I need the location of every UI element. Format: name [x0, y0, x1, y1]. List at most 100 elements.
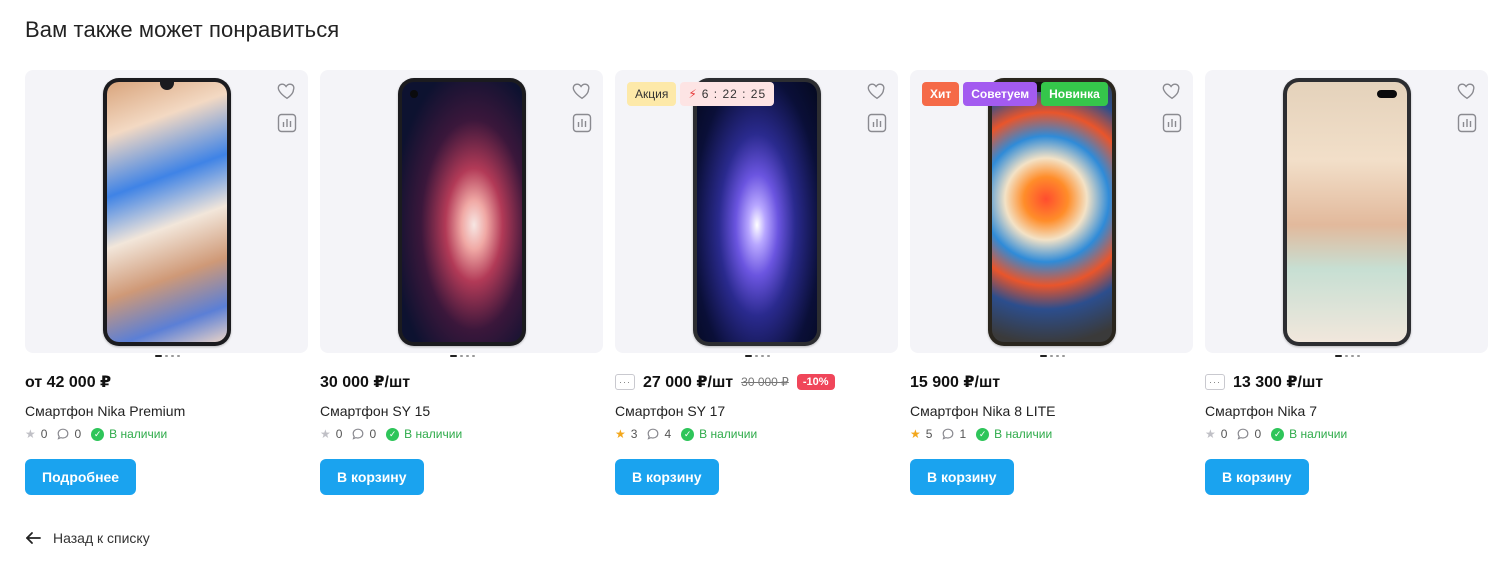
product-name[interactable]: Смартфон Nika 8 LITE: [910, 403, 1055, 419]
promo-badge: Акция: [627, 82, 677, 106]
comment-icon: [57, 428, 69, 440]
comments-count: 0: [1254, 427, 1262, 441]
product-card: 30 000 ₽/шт Смартфон SY 15 ★ 0 0 ✓ В налич…: [320, 70, 603, 495]
timer-badge: ⚡ 6 : 22 : 25: [680, 82, 775, 106]
back-link-label[interactable]: Назад к списку: [53, 530, 150, 546]
rating-value: 0: [1220, 427, 1228, 441]
price: 30 000 ₽/шт: [320, 374, 411, 391]
availability-status: В наличии: [699, 427, 758, 441]
price-row: ··· 13 300 ₽/шт: [1205, 372, 1323, 392]
rating-value: 0: [335, 427, 343, 441]
compare-icon[interactable]: [1457, 113, 1477, 133]
lightning-icon: ⚡: [688, 87, 698, 101]
product-meta: ★ 0 0 ✓ В наличии: [25, 427, 177, 441]
badges: Хит Советуем Новинка: [922, 82, 1108, 106]
comment-icon: [647, 428, 659, 440]
compare-icon[interactable]: [867, 113, 887, 133]
price: от 42 000 ₽: [25, 374, 112, 391]
star-icon: ★: [615, 427, 626, 441]
old-price: 30 000 ₽: [741, 375, 789, 389]
product-grid: от 42 000 ₽ Смартфон Nika Premium ★ 0 0 ✓…: [25, 70, 1488, 495]
star-icon: ★: [320, 427, 331, 441]
product-image-area[interactable]: [320, 70, 603, 353]
timer-value: 6 : 22 : 25: [701, 87, 767, 101]
price: 27 000 ₽/шт: [643, 374, 734, 391]
image-pagination[interactable]: [1040, 355, 1065, 357]
star-icon: ★: [1205, 427, 1216, 441]
image-pagination[interactable]: [450, 355, 475, 357]
comments-count: 0: [74, 427, 82, 441]
add-to-cart-button[interactable]: В корзину: [910, 459, 1014, 495]
product-image-area[interactable]: Акция ⚡ 6 : 22 : 25: [615, 70, 898, 353]
comment-icon: [1237, 428, 1249, 440]
product-name[interactable]: Смартфон Nika Premium: [25, 403, 185, 419]
comment-icon: [942, 428, 954, 440]
heart-icon[interactable]: [1456, 80, 1478, 102]
ellipsis-icon[interactable]: ···: [1205, 374, 1225, 390]
check-circle-icon: ✓: [386, 427, 400, 441]
check-circle-icon: ✓: [91, 427, 105, 441]
product-image[interactable]: [692, 78, 821, 346]
hit-badge: Хит: [922, 82, 960, 106]
product-meta: ★ 0 0 ✓ В наличии: [320, 427, 472, 441]
details-button[interactable]: Подробнее: [25, 459, 137, 495]
add-to-cart-button[interactable]: В корзину: [615, 459, 719, 495]
product-image[interactable]: [1282, 78, 1411, 346]
compare-icon[interactable]: [1162, 113, 1182, 133]
recommended-badge: Советуем: [963, 82, 1038, 106]
heart-icon[interactable]: [276, 80, 298, 102]
check-circle-icon: ✓: [976, 427, 990, 441]
product-image[interactable]: [987, 78, 1116, 346]
rating-value: 0: [40, 427, 48, 441]
product-name[interactable]: Смартфон SY 15: [320, 403, 430, 419]
product-card: от 42 000 ₽ Смартфон Nika Premium ★ 0 0 ✓…: [25, 70, 308, 495]
price-row: от 42 000 ₽: [25, 372, 111, 392]
product-meta: ★ 5 1 ✓ В наличии: [910, 427, 1062, 441]
product-meta: ★ 3 4 ✓ В наличии: [615, 427, 767, 441]
image-pagination[interactable]: [745, 355, 770, 357]
heart-icon[interactable]: [866, 80, 888, 102]
product-image[interactable]: [102, 78, 231, 346]
badges: Акция ⚡ 6 : 22 : 25: [627, 82, 775, 106]
arrow-left-icon: [26, 532, 41, 544]
section-title: Вам также может понравиться: [25, 17, 340, 42]
comments-count: 0: [369, 427, 377, 441]
back-to-list-link[interactable]: Назад к списку: [25, 530, 150, 546]
price-row: ··· 27 000 ₽/шт 30 000 ₽ -10%: [615, 372, 835, 392]
comment-icon: [352, 428, 364, 440]
product-card: Хит Советуем Новинка 15 900 ₽/шт Смартфо…: [910, 70, 1193, 495]
price: 15 900 ₽/шт: [910, 374, 1001, 391]
compare-icon[interactable]: [572, 113, 592, 133]
product-image-area[interactable]: [25, 70, 308, 353]
star-icon: ★: [25, 427, 36, 441]
price: 13 300 ₽/шт: [1233, 374, 1324, 391]
add-to-cart-button[interactable]: В корзину: [320, 459, 424, 495]
rating-value: 5: [925, 427, 933, 441]
product-card: ··· 13 300 ₽/шт Смартфон Nika 7 ★ 0 0 ✓ В …: [1205, 70, 1488, 495]
check-circle-icon: ✓: [1271, 427, 1285, 441]
product-image[interactable]: [397, 78, 526, 346]
product-image-area[interactable]: Хит Советуем Новинка: [910, 70, 1193, 353]
product-name[interactable]: Смартфон SY 17: [615, 403, 725, 419]
image-pagination[interactable]: [155, 355, 180, 357]
product-image-area[interactable]: [1205, 70, 1488, 353]
ellipsis-icon[interactable]: ···: [615, 374, 635, 390]
rating-value: 3: [630, 427, 638, 441]
check-circle-icon: ✓: [681, 427, 695, 441]
heart-icon[interactable]: [1161, 80, 1183, 102]
availability-status: В наличии: [994, 427, 1053, 441]
compare-icon[interactable]: [277, 113, 297, 133]
price-row: 30 000 ₽/шт: [320, 372, 410, 392]
availability-status: В наличии: [1289, 427, 1348, 441]
availability-status: В наличии: [404, 427, 463, 441]
star-icon: ★: [910, 427, 921, 441]
price-row: 15 900 ₽/шт: [910, 372, 1000, 392]
new-badge: Новинка: [1041, 82, 1108, 106]
product-name[interactable]: Смартфон Nika 7: [1205, 403, 1317, 419]
heart-icon[interactable]: [571, 80, 593, 102]
availability-status: В наличии: [109, 427, 168, 441]
comments-count: 1: [959, 427, 967, 441]
comments-count: 4: [664, 427, 672, 441]
image-pagination[interactable]: [1335, 355, 1360, 357]
add-to-cart-button[interactable]: В корзину: [1205, 459, 1309, 495]
